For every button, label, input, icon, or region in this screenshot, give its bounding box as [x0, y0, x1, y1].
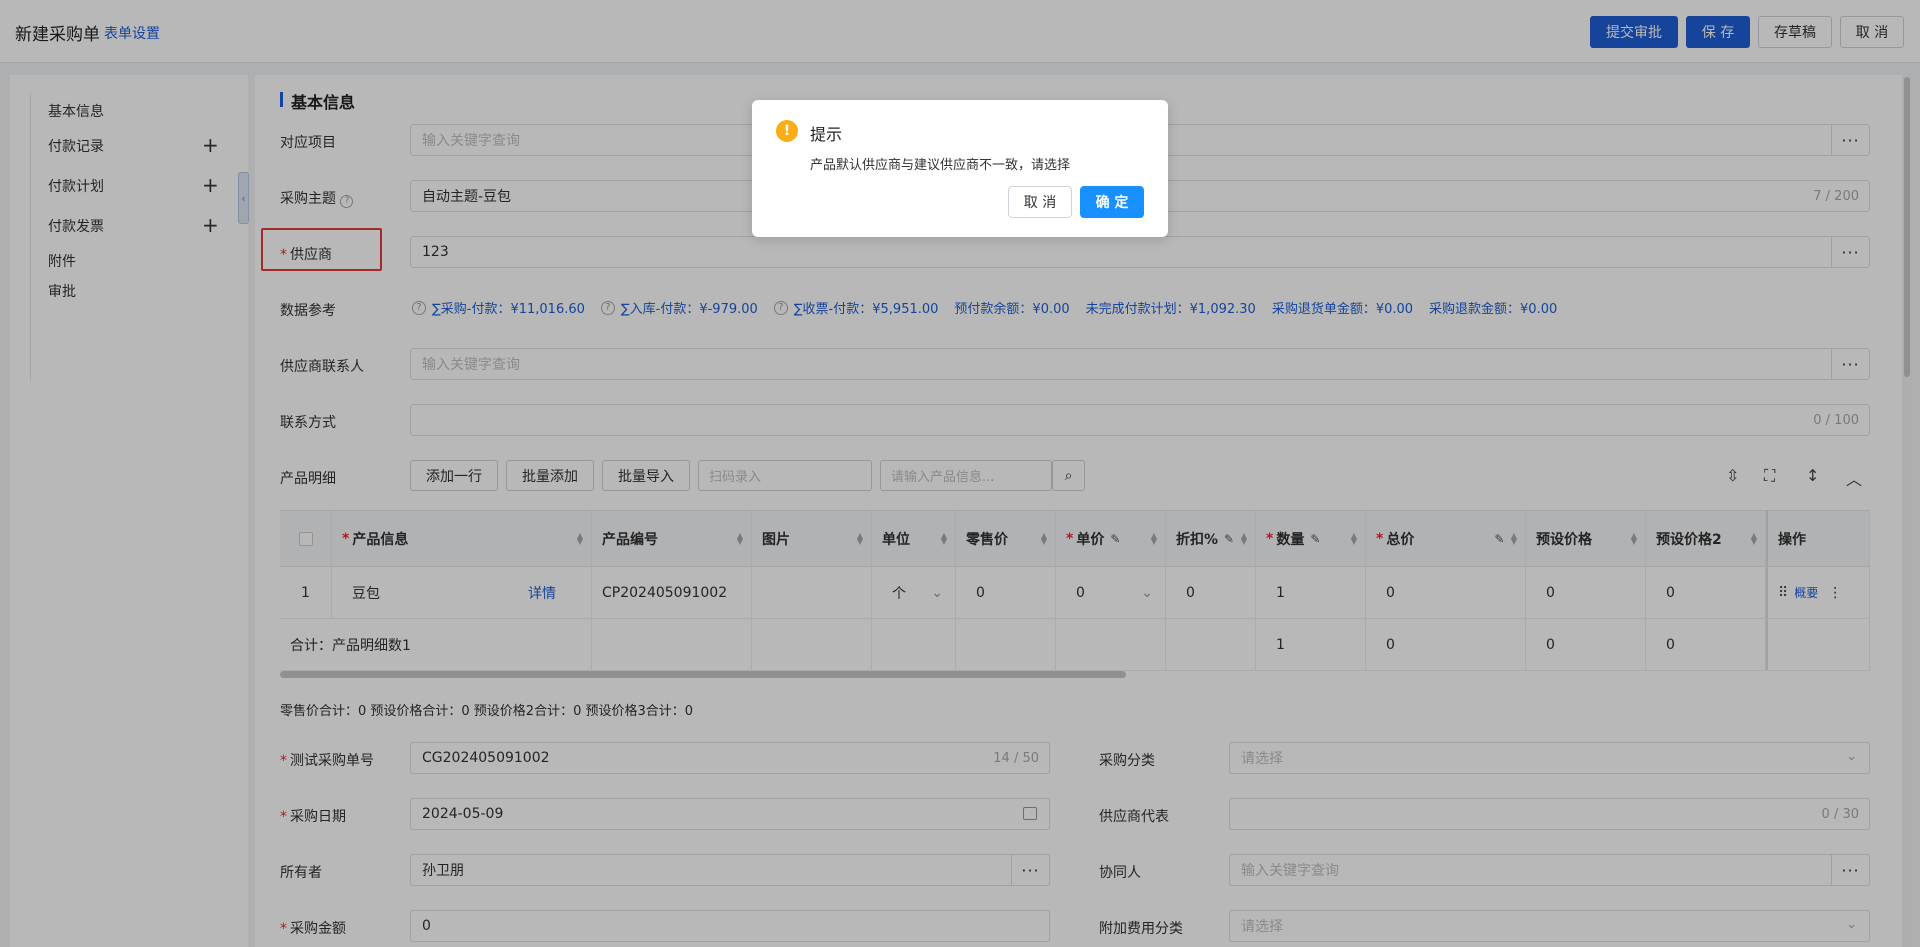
- confirm-dialog: ! 提示 产品默认供应商与建议供应商不一致，请选择 取 消 确 定: [752, 100, 1168, 237]
- dialog-confirm-button[interactable]: 确 定: [1080, 186, 1144, 218]
- dialog-cancel-button[interactable]: 取 消: [1008, 186, 1072, 218]
- dialog-title: 提示: [810, 125, 843, 144]
- warning-icon: !: [776, 120, 798, 142]
- dialog-message: 产品默认供应商与建议供应商不一致，请选择: [810, 158, 1071, 173]
